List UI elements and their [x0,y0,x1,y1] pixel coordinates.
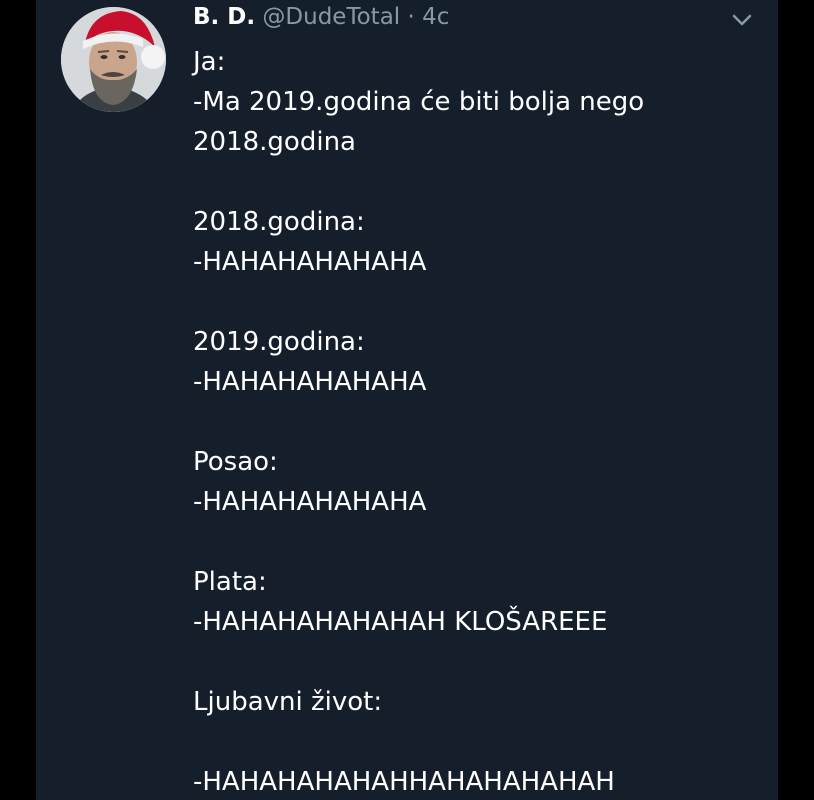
user-handle[interactable]: @DudeTotal [262,4,400,30]
tweet-timestamp[interactable]: 4c [422,4,449,30]
tweet-text-line: -HAHAHAHAHAHA [193,247,427,277]
tweet-text-line: -HAHAHAHAHAHAH KLOŠAREEE [193,607,608,637]
tweet-text: Ja: -Ma 2019.godina će biti bolja nego 2… [193,42,753,800]
tweet-text-line: 2019.godina: [193,327,365,357]
chevron-down-icon[interactable] [730,10,754,30]
tweet-text-line: -HAHAHAHAHAHA [193,367,427,397]
tweet-header: B. D. @DudeTotal · 4c [193,3,449,31]
tweet-text-blank-line [193,522,753,562]
tweet-text-line: Ljubavni život: [193,687,383,717]
tweet-text-line: 2018.godina: [193,207,365,237]
tweet-text-line: 2018.godina [193,127,356,157]
tweet-text-blank-line [193,402,753,442]
tweet-text-line: -Ma 2019.godina će biti bolja nego [193,87,645,117]
tweet-text-line: -HAHAHAHAHAHHAHAHAHAHAH [193,767,615,797]
tweet-card: B. D. @DudeTotal · 4c Ja: -Ma 2019.godin… [36,0,778,800]
avatar-image [61,7,166,112]
tweet-text-blank-line [193,162,753,202]
header-separator: · [407,4,415,30]
display-name[interactable]: B. D. [193,4,255,30]
tweet-text-line: -HAHAHAHAHAHA [193,487,427,517]
avatar[interactable] [61,7,166,112]
tweet-text-line: Plata: [193,567,267,597]
tweet-text-blank-line [193,642,753,682]
tweet-text-blank-line [193,722,753,762]
tweet-text-blank-line [193,282,753,322]
tweet-text-line: Posao: [193,447,278,477]
tweet-text-line: Ja: [193,47,226,77]
